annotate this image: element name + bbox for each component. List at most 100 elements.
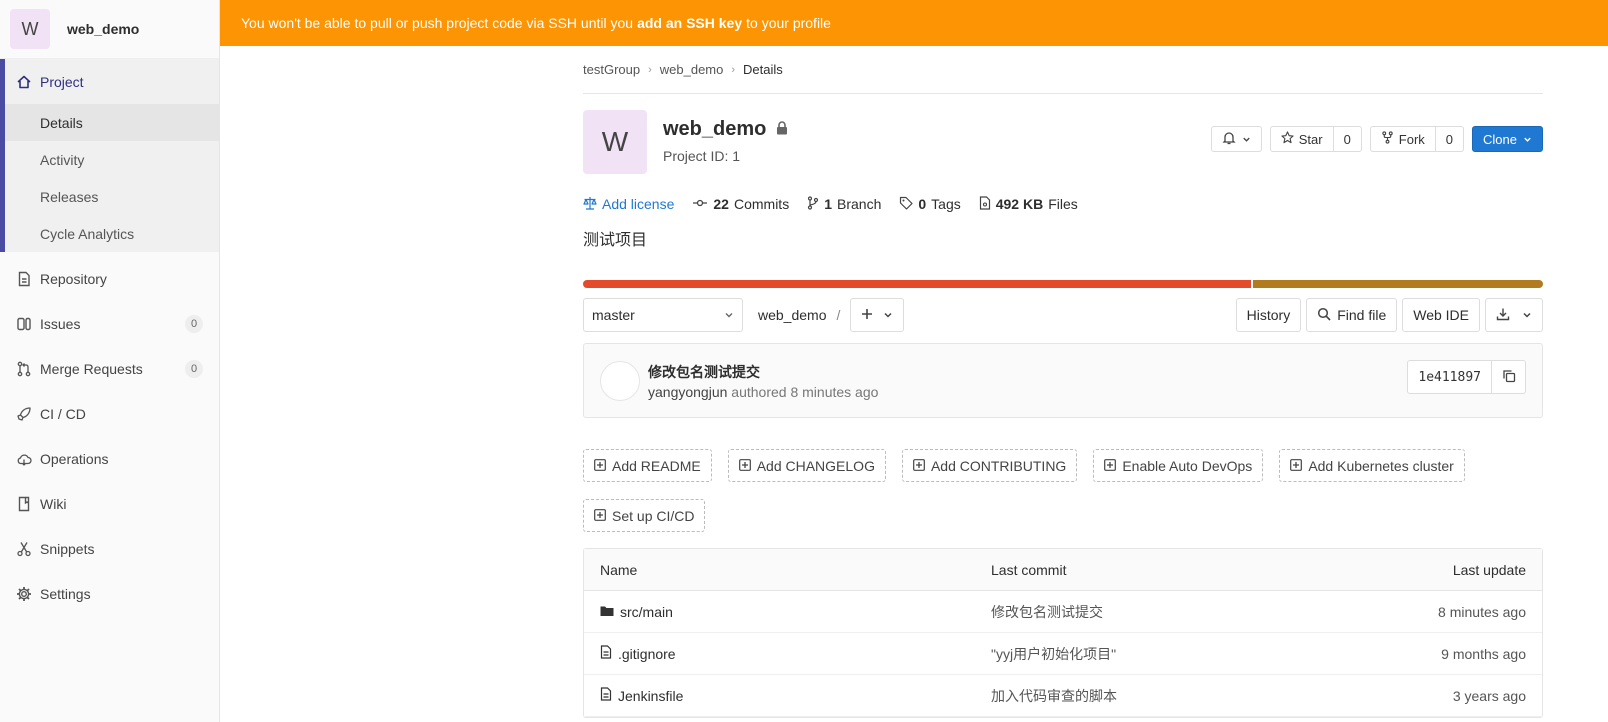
file-last-commit[interactable]: 加入代码审查的脚本 bbox=[991, 686, 1117, 706]
folder-icon bbox=[600, 604, 614, 620]
breadcrumb-item-current[interactable]: Details bbox=[743, 62, 783, 77]
repository-languages-bar[interactable] bbox=[583, 280, 1543, 288]
file-name-cell[interactable]: Jenkinsfile bbox=[600, 687, 683, 704]
add-contributing-button[interactable]: Add CONTRIBUTING bbox=[901, 449, 1078, 482]
commit-sha[interactable]: 1e411897 bbox=[1407, 360, 1492, 394]
file-last-commit[interactable]: "yyj用户初始化项目" bbox=[991, 644, 1116, 664]
gear-icon bbox=[16, 586, 32, 602]
commit-meta: yangyongjun authored 8 minutes ago bbox=[648, 384, 878, 400]
commit-time: authored 8 minutes ago bbox=[731, 384, 879, 400]
book-icon bbox=[16, 496, 32, 512]
sidebar: W web_demo Project Details Activity Rele… bbox=[0, 0, 220, 722]
column-header-name: Name bbox=[600, 561, 638, 578]
add-ssh-key-link[interactable]: add an SSH key bbox=[637, 15, 742, 31]
notification-dropdown-button[interactable] bbox=[1210, 126, 1262, 152]
star-icon bbox=[1281, 131, 1294, 147]
path-root-link[interactable]: web_demo bbox=[758, 307, 827, 323]
sidebar-item-project[interactable]: Project bbox=[5, 59, 219, 104]
banner-text-prefix: You won't be able to pull or push projec… bbox=[241, 15, 634, 31]
breadcrumb-item-project[interactable]: web_demo bbox=[660, 62, 724, 77]
tags-stat[interactable]: 0 Tags bbox=[899, 196, 961, 213]
sidebar-item-snippets[interactable]: Snippets bbox=[0, 526, 219, 571]
add-readme-button[interactable]: Add README bbox=[583, 449, 712, 482]
project-header: W web_demo Project ID: 1 Star 0 Fork 0 C… bbox=[583, 110, 1543, 190]
commit-author[interactable]: yangyongjun bbox=[648, 384, 727, 400]
project-id: Project ID: 1 bbox=[663, 148, 741, 164]
sidebar-subitem-releases[interactable]: Releases bbox=[5, 178, 219, 215]
download-dropdown[interactable] bbox=[1485, 298, 1543, 332]
sidebar-item-issues[interactable]: Issues 0 bbox=[0, 301, 219, 346]
sidebar-subitem-details[interactable]: Details bbox=[5, 104, 219, 141]
web-ide-button[interactable]: Web IDE bbox=[1402, 298, 1480, 332]
fork-button[interactable]: Fork bbox=[1369, 126, 1436, 152]
file-last-update: 3 years ago bbox=[1452, 687, 1526, 704]
sidebar-project-name: web_demo bbox=[67, 21, 140, 37]
sidebar-item-wiki[interactable]: Wiki bbox=[0, 481, 219, 526]
sidebar-item-operations[interactable]: Operations bbox=[0, 436, 219, 481]
language-segment[interactable] bbox=[1252, 280, 1543, 288]
search-icon bbox=[1317, 307, 1331, 324]
bell-icon bbox=[1222, 131, 1236, 148]
fork-count[interactable]: 0 bbox=[1435, 126, 1465, 152]
file-last-commit[interactable]: 修改包名测试提交 bbox=[991, 602, 1103, 622]
sidebar-header[interactable]: W web_demo bbox=[0, 0, 219, 59]
language-segment[interactable] bbox=[583, 280, 1251, 288]
files-size: 492 KB bbox=[995, 196, 1044, 212]
sidebar-subitem-activity[interactable]: Activity bbox=[5, 141, 219, 178]
find-file-button[interactable]: Find file bbox=[1306, 298, 1398, 332]
project-actions: Star 0 Fork 0 Clone bbox=[1210, 126, 1543, 152]
history-button[interactable]: History bbox=[1235, 298, 1302, 332]
add-changelog-button[interactable]: Add CHANGELOG bbox=[727, 449, 886, 482]
star-button[interactable]: Star bbox=[1269, 126, 1334, 152]
breadcrumb-item-group[interactable]: testGroup bbox=[583, 62, 640, 77]
star-count[interactable]: 0 bbox=[1333, 126, 1362, 152]
app-root: W web_demo Project Details Activity Rele… bbox=[0, 0, 1608, 722]
clone-label: Clone bbox=[1483, 131, 1517, 147]
add-to-tree-dropdown[interactable] bbox=[850, 298, 905, 332]
commits-label: Commits bbox=[733, 196, 790, 212]
fork-button-group: Fork 0 bbox=[1369, 126, 1465, 152]
table-row[interactable]: .gitignore "yyj用户初始化项目" 9 months ago bbox=[584, 633, 1542, 675]
commit-title[interactable]: 修改包名测试提交 bbox=[648, 362, 760, 382]
path-separator: / bbox=[836, 307, 841, 323]
file-name-cell[interactable]: src/main bbox=[600, 604, 673, 620]
sidebar-subitem-cycle-analytics[interactable]: Cycle Analytics bbox=[5, 215, 219, 252]
clone-button[interactable]: Clone bbox=[1472, 126, 1543, 152]
commits-stat[interactable]: 22 Commits bbox=[692, 196, 789, 213]
sidebar-subitem-label: Details bbox=[40, 114, 83, 131]
plus-square-icon bbox=[594, 458, 606, 474]
add-file-buttons: Add README Add CHANGELOG Add CONTRIBUTIN… bbox=[583, 449, 1543, 532]
add-kubernetes-cluster-button[interactable]: Add Kubernetes cluster bbox=[1279, 449, 1465, 482]
sidebar-item-label: Snippets bbox=[40, 540, 95, 557]
table-row[interactable]: src/main 修改包名测试提交 8 minutes ago bbox=[584, 591, 1542, 633]
plus-square-icon bbox=[738, 458, 751, 474]
file-name-cell[interactable]: .gitignore bbox=[600, 645, 676, 662]
file-name: Jenkinsfile bbox=[618, 687, 684, 704]
table-row[interactable]: Jenkinsfile 加入代码审查的脚本 3 years ago bbox=[584, 675, 1542, 717]
enable-auto-devops-label: Enable Auto DevOps bbox=[1122, 457, 1253, 474]
branch-select[interactable]: master bbox=[583, 298, 743, 332]
sidebar-item-repository[interactable]: Repository bbox=[0, 256, 219, 301]
add-contributing-label: Add CONTRIBUTING bbox=[930, 457, 1067, 474]
chevron-down-icon bbox=[1522, 307, 1532, 323]
sidebar-item-label: Settings bbox=[40, 585, 91, 602]
sidebar-item-label: Project bbox=[40, 73, 84, 90]
commit-author-avatar[interactable] bbox=[600, 361, 640, 401]
sidebar-item-settings[interactable]: Settings bbox=[0, 571, 219, 616]
add-license-link[interactable]: Add license bbox=[583, 196, 674, 213]
project-avatar: W bbox=[10, 9, 50, 49]
column-header-last-commit: Last commit bbox=[991, 561, 1067, 578]
plus-icon bbox=[861, 307, 873, 323]
add-license-label: Add license bbox=[602, 196, 675, 212]
set-up-ci-cd-button[interactable]: Set up CI/CD bbox=[583, 499, 706, 532]
commit-sha-group: 1e411897 bbox=[1407, 360, 1526, 394]
files-stat[interactable]: 492 KB Files bbox=[979, 195, 1078, 213]
set-up-ci-cd-label: Set up CI/CD bbox=[612, 507, 695, 524]
project-avatar-large: W bbox=[583, 110, 647, 174]
banner-text-suffix: to your profile bbox=[746, 15, 831, 31]
copy-sha-button[interactable] bbox=[1492, 360, 1526, 394]
branch-stat[interactable]: 1 Branch bbox=[807, 195, 881, 213]
sidebar-item-ci-cd[interactable]: CI / CD bbox=[0, 391, 219, 436]
sidebar-item-merge-requests[interactable]: Merge Requests 0 bbox=[0, 346, 219, 391]
enable-auto-devops-button[interactable]: Enable Auto DevOps bbox=[1093, 449, 1264, 482]
